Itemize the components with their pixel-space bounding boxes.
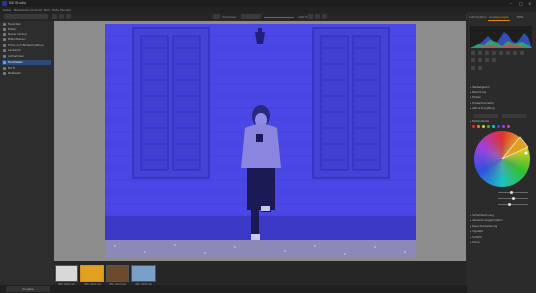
tab-adjustments[interactable]: Anpassungen xyxy=(488,14,510,21)
apply-button[interactable] xyxy=(502,114,526,118)
zoom-value: 100 % xyxy=(298,15,308,19)
sidebar-item-captures[interactable]: Aufnahmen xyxy=(2,54,51,59)
tool-icon-9[interactable] xyxy=(471,58,475,62)
hue-slider[interactable] xyxy=(498,191,528,194)
section-sharpening[interactable]: Scharfzeichnung xyxy=(470,214,532,218)
section-curve[interactable]: Kurve xyxy=(470,241,532,245)
window-title: NX Studio xyxy=(9,1,27,5)
tool-icon-10[interactable] xyxy=(478,58,482,62)
library-icon xyxy=(3,38,6,41)
app-icon xyxy=(2,1,7,6)
reset-button[interactable] xyxy=(474,114,498,118)
title-bar: NX Studio – □ × xyxy=(0,0,536,7)
orange-swatch[interactable] xyxy=(477,125,480,128)
thumbnail-1[interactable] xyxy=(55,265,78,282)
yellow-swatch[interactable] xyxy=(482,125,485,128)
tool-icon-13[interactable] xyxy=(471,66,475,70)
up-icon[interactable] xyxy=(66,14,71,19)
maximize-icon[interactable]: □ xyxy=(519,0,523,7)
magenta-swatch[interactable] xyxy=(507,125,510,128)
thumbnail-4[interactable] xyxy=(131,265,156,282)
refresh-icon[interactable] xyxy=(59,14,64,19)
toolbar: Vorschau 100 % Speichern xyxy=(0,13,536,21)
tool-icon-14[interactable] xyxy=(478,66,482,70)
folder-icon xyxy=(3,33,6,36)
sidebar-item-network[interactable]: Netzwerk xyxy=(2,71,51,76)
image-icon xyxy=(3,28,6,31)
tool-icon-12[interactable] xyxy=(492,58,496,62)
brightness-slider[interactable] xyxy=(498,203,528,206)
upload-icon xyxy=(3,61,6,64)
section-exposure[interactable]: Belichtung xyxy=(470,91,532,95)
photo-scene xyxy=(105,24,416,258)
color-swatches xyxy=(470,125,532,129)
tab-help[interactable]: Hilfe xyxy=(510,14,530,20)
blue-swatch[interactable] xyxy=(497,125,500,128)
compare-dropdown[interactable] xyxy=(241,14,261,19)
red-swatch[interactable] xyxy=(472,125,475,128)
saturation-slider[interactable] xyxy=(498,197,528,200)
zoom-slider[interactable] xyxy=(264,17,294,18)
section-distortion[interactable]: Verzeichnungskorrektur xyxy=(470,219,532,223)
tool-icon-6[interactable] xyxy=(506,51,510,55)
folder-icon[interactable] xyxy=(52,14,57,19)
cloud-icon xyxy=(3,67,6,70)
tool-icon-8[interactable] xyxy=(520,51,524,55)
flip-icon[interactable] xyxy=(315,14,320,19)
purple-swatch[interactable] xyxy=(502,125,505,128)
histogram xyxy=(470,26,532,48)
section-noise-reduction[interactable]: Rauschreduzierung xyxy=(470,225,532,229)
sidebar-item-upload[interactable]: Hochladen xyxy=(2,60,51,65)
color-wheel[interactable] xyxy=(474,131,530,187)
crop-icon[interactable] xyxy=(322,14,327,19)
tool-icon-4[interactable] xyxy=(492,51,496,55)
thumbnail-3[interactable] xyxy=(106,265,129,282)
location-dropdown[interactable] xyxy=(4,14,48,19)
preview-label[interactable]: Vorschau xyxy=(222,13,236,21)
tool-icon-7[interactable] xyxy=(513,51,517,55)
color-wheel-selector[interactable] xyxy=(474,131,530,187)
tool-icon-5[interactable] xyxy=(499,51,503,55)
section-colors[interactable]: Farben xyxy=(470,96,532,100)
minimize-icon[interactable]: – xyxy=(510,0,512,7)
camera-icon xyxy=(3,55,6,58)
tool-icon-1[interactable] xyxy=(471,51,475,55)
tab-information[interactable]: Information xyxy=(468,14,488,20)
network-icon xyxy=(3,72,6,75)
green-swatch[interactable] xyxy=(487,125,490,128)
star-icon xyxy=(3,23,6,26)
section-d-lighting[interactable]: Aktive D-Lighting xyxy=(470,107,532,111)
tool-icon-2[interactable] xyxy=(478,51,482,55)
thumbnail-2[interactable] xyxy=(80,265,104,282)
rotate-icon[interactable] xyxy=(308,14,313,19)
status-bar: Vorgabe xyxy=(0,285,536,293)
drive-icon xyxy=(3,49,6,52)
section-white-balance[interactable]: Weißabgleich xyxy=(470,86,532,90)
section-tone[interactable]: Tonwertkorrektur xyxy=(470,102,532,106)
cyan-swatch[interactable] xyxy=(492,125,495,128)
preset-dropdown[interactable]: Vorgabe xyxy=(6,286,50,292)
tool-icon-3[interactable] xyxy=(485,51,489,55)
view-grid-icon[interactable] xyxy=(213,14,220,19)
section-color-control[interactable]: Farbkontrolle xyxy=(470,120,532,124)
main-photo[interactable] xyxy=(105,24,416,258)
sidebar-item-drive[interactable]: Laufwerk xyxy=(2,48,51,53)
photo-icon xyxy=(3,44,6,47)
close-icon[interactable]: × xyxy=(528,0,531,7)
section-vignette[interactable]: Vignette xyxy=(470,230,532,234)
section-sharpness[interactable]: Schärfe xyxy=(470,236,532,240)
tool-icon-11[interactable] xyxy=(485,58,489,62)
sidebar-item-libraries[interactable]: Bibliotheken xyxy=(2,37,51,42)
